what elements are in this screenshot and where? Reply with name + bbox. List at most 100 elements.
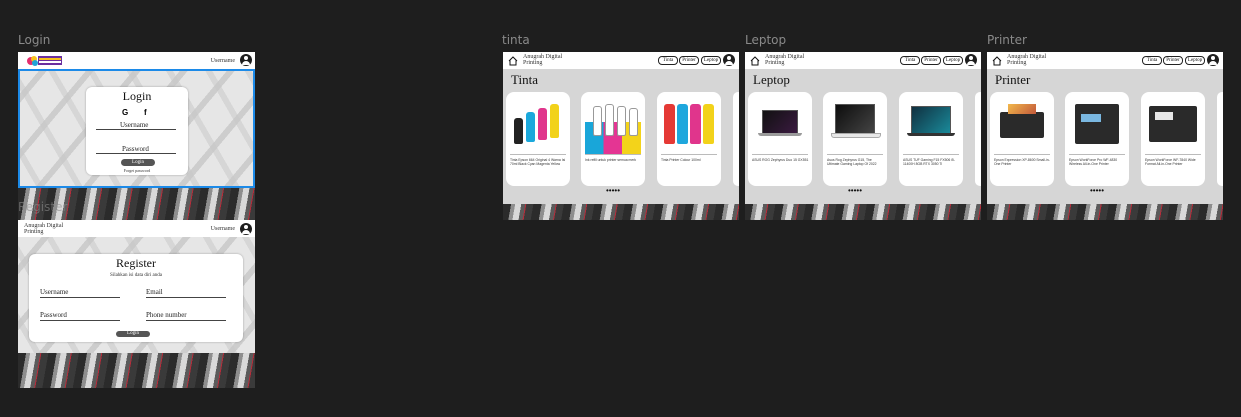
leptop-brand: Anugrah Digital Printing xyxy=(765,54,804,66)
frame-title-login[interactable]: Login xyxy=(18,33,50,47)
leptop-section-title: Leptop xyxy=(753,72,790,87)
frame-title-register[interactable]: Register xyxy=(18,200,67,214)
facebook-icon[interactable]: f xyxy=(144,108,147,117)
product-card[interactable]: Epson Expression XP-8600 Small-in-One Pr… xyxy=(990,92,1054,186)
product-card-partial[interactable] xyxy=(975,92,981,186)
product-card[interactable]: Epson WorkForce Pro WF-4830 Wireless All… xyxy=(1065,92,1129,186)
home-icon[interactable] xyxy=(508,56,518,66)
product-description: Epson WorkForce Pro WF-4830 Wireless All… xyxy=(1069,158,1118,166)
nav-leptop[interactable]: Leptop xyxy=(1185,56,1205,65)
brand-line-2: Printing xyxy=(24,229,44,235)
product-divider xyxy=(994,154,1050,155)
login-username-label: Username xyxy=(210,58,235,64)
login-card: Login G f Username Password Login Forget… xyxy=(86,87,188,175)
register-password-field-label: Password xyxy=(40,311,67,319)
nav-printer[interactable]: Printer xyxy=(921,56,941,65)
register-email-field-label: Email xyxy=(146,288,163,296)
register-username-field-label: Username xyxy=(40,288,69,296)
google-icon[interactable]: G xyxy=(122,108,128,117)
printer-section-title: Printer xyxy=(995,72,1031,87)
user-avatar-icon[interactable] xyxy=(240,54,252,66)
product-image xyxy=(903,96,959,154)
user-avatar-icon[interactable] xyxy=(240,223,252,235)
product-divider xyxy=(585,154,641,155)
product-card[interactable]: Asus Rog Zephyrus G15, The Ultimate Gami… xyxy=(823,92,887,186)
forgot-password-link[interactable]: Forget password xyxy=(86,168,188,173)
leptop-topbar: Anugrah Digital Printing Tinta Printer L… xyxy=(745,52,981,68)
login-password-field-label: Password xyxy=(122,145,149,153)
register-card: Register Silahkan isi data diri anda Use… xyxy=(29,254,243,342)
register-username-input[interactable] xyxy=(40,297,120,298)
nav-printer[interactable]: Printer xyxy=(679,56,699,65)
home-icon[interactable] xyxy=(992,56,1002,66)
product-card[interactable]: Tinta Printer Colour 100ml xyxy=(657,92,721,186)
login-frame: Username Login G f Username Password Log… xyxy=(18,52,255,220)
register-password-input[interactable] xyxy=(40,320,120,321)
product-image xyxy=(585,96,641,154)
product-card[interactable]: Tinta Epson 664 Original 4 Warna Isi 70m… xyxy=(506,92,570,186)
product-card[interactable]: Ink refill untuk printer semua merk xyxy=(581,92,645,186)
register-phone-input[interactable] xyxy=(146,320,226,321)
register-subtitle: Silahkan isi data diri anda xyxy=(110,273,162,278)
home-icon[interactable] xyxy=(750,56,760,66)
nav-printer[interactable]: Printer xyxy=(1163,56,1183,65)
login-title: Login xyxy=(122,89,152,103)
frame-title-tinta[interactable]: tinta xyxy=(502,33,530,47)
nav-tinta[interactable]: Tinta xyxy=(658,56,678,65)
product-description: ASUS TUF Gaming F15 FX506 i5-11400H 8GB … xyxy=(903,158,955,166)
product-image xyxy=(1069,96,1125,154)
login-password-input[interactable] xyxy=(96,153,176,154)
printer-frame: Anugrah Digital Printing Tinta Printer L… xyxy=(987,52,1223,220)
brand-line-2: Printing xyxy=(523,60,543,66)
brand-line-2: Printing xyxy=(1007,60,1027,66)
carousel-dots[interactable]: ••••• xyxy=(1090,186,1104,195)
register-title: Register xyxy=(116,256,156,270)
brand-logo-icon xyxy=(27,56,62,66)
nav-tinta[interactable]: Tinta xyxy=(1142,56,1162,65)
product-divider xyxy=(661,154,717,155)
printer-topbar: Anugrah Digital Printing Tinta Printer L… xyxy=(987,52,1223,68)
leptop-frame: Anugrah Digital Printing Tinta Printer L… xyxy=(745,52,981,220)
printer-printer-background xyxy=(987,204,1223,220)
register-phone-field-label: Phone number xyxy=(146,311,187,319)
nav-tinta[interactable]: Tinta xyxy=(900,56,920,65)
product-divider xyxy=(1145,154,1201,155)
register-button[interactable]: Login xyxy=(116,331,150,337)
tinta-frame: Anugrah Digital Printing Tinta Printer L… xyxy=(503,52,739,220)
register-email-input[interactable] xyxy=(146,297,226,298)
product-card[interactable]: ASUS ROG Zephyrus Duo 15 GX551 xyxy=(748,92,812,186)
product-card[interactable]: Epson WorkForce WF-7840 Wide Format All-… xyxy=(1141,92,1205,186)
user-avatar-icon[interactable] xyxy=(1207,54,1219,66)
product-description: Ink refill untuk printer semua merk xyxy=(585,158,637,162)
login-username-input[interactable] xyxy=(96,129,176,130)
register-brand: Anugrah Digital Printing xyxy=(24,223,63,235)
product-image xyxy=(1145,96,1201,154)
register-topbar: Anugrah Digital Printing Username xyxy=(18,220,255,236)
login-button[interactable]: Login xyxy=(121,159,155,166)
user-avatar-icon[interactable] xyxy=(723,54,735,66)
product-image xyxy=(752,96,808,154)
product-description: Asus Rog Zephyrus G15, The Ultimate Gami… xyxy=(827,158,877,166)
leptop-printer-background xyxy=(745,204,981,220)
nav-leptop[interactable]: Leptop xyxy=(943,56,963,65)
product-description: ASUS ROG Zephyrus Duo 15 GX551 xyxy=(752,158,809,162)
register-username-label: Username xyxy=(210,226,235,232)
carousel-dots[interactable]: ••••• xyxy=(606,186,620,195)
product-card-partial[interactable] xyxy=(733,92,739,186)
product-card-partial[interactable] xyxy=(1217,92,1223,186)
user-avatar-icon[interactable] xyxy=(965,54,977,66)
tinta-topbar: Anugrah Digital Printing Tinta Printer L… xyxy=(503,52,739,68)
product-image xyxy=(510,96,566,154)
login-username-field-label: Username xyxy=(120,121,149,129)
carousel-dots[interactable]: ••••• xyxy=(848,186,862,195)
frame-title-printer[interactable]: Printer xyxy=(987,33,1027,47)
product-image xyxy=(994,96,1050,154)
product-description: Epson Expression XP-8600 Small-in-One Pr… xyxy=(994,158,1050,166)
nav-leptop[interactable]: Leptop xyxy=(701,56,721,65)
product-divider xyxy=(903,154,959,155)
product-image xyxy=(827,96,883,154)
product-divider xyxy=(1069,154,1125,155)
product-card[interactable]: ASUS TUF Gaming F15 FX506 i5-11400H 8GB … xyxy=(899,92,963,186)
frame-title-leptop[interactable]: Leptop xyxy=(745,33,786,47)
register-frame: Anugrah Digital Printing Username Regist… xyxy=(18,220,255,388)
